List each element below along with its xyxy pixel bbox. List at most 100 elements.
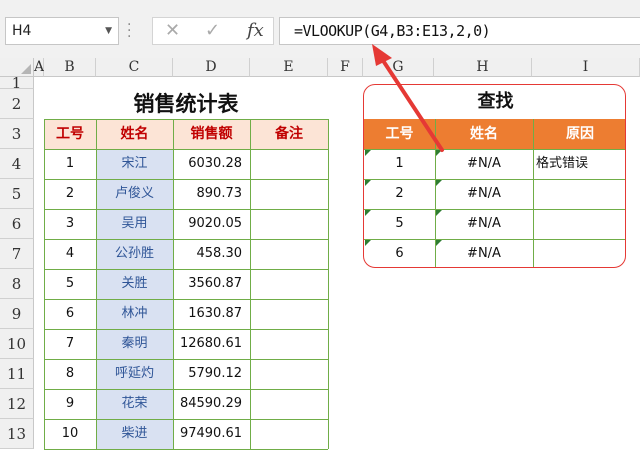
sales-cell-name[interactable]: 秦明 [96, 329, 173, 359]
grid-line [96, 119, 97, 449]
sales-cell-amount[interactable]: 890.73 [173, 179, 250, 209]
sales-cell-id[interactable]: 3 [44, 209, 96, 239]
lookup-cell-reason[interactable]: 格式错误 [533, 149, 625, 179]
lookup-cell-id[interactable]: 2 [364, 179, 435, 209]
grid-line [44, 119, 45, 449]
lookup-cell-reason[interactable] [533, 239, 625, 267]
grid-line [44, 329, 328, 330]
sales-cell-amount[interactable]: 1630.87 [173, 299, 250, 329]
sales-cell-id[interactable]: 10 [44, 419, 96, 449]
column-header-b[interactable]: B [44, 58, 96, 77]
sales-cell-note[interactable] [250, 419, 328, 449]
more-vertical-icon[interactable]: · · · [127, 18, 133, 44]
error-indicator-icon [436, 210, 442, 216]
row-header-13[interactable]: 13 [0, 419, 34, 449]
lookup-cell-id[interactable]: 5 [364, 209, 435, 239]
row-header-10[interactable]: 10 [0, 329, 34, 359]
column-header-e[interactable]: E [250, 58, 328, 77]
sales-header-cell: 姓名 [96, 119, 173, 149]
lookup-header-cell: 姓名 [435, 119, 533, 149]
column-header-d[interactable]: D [173, 58, 250, 77]
sales-cell-id[interactable]: 4 [44, 239, 96, 269]
column-header-a[interactable]: A [34, 58, 44, 77]
lookup-cell-result[interactable]: #N/A [435, 179, 533, 209]
sales-cell-note[interactable] [250, 359, 328, 389]
grid-line [44, 389, 328, 390]
lookup-cell-result[interactable]: #N/A [435, 149, 533, 179]
sales-cell-note[interactable] [250, 179, 328, 209]
sales-cell-note[interactable] [250, 389, 328, 419]
sales-cell-amount[interactable]: 12680.61 [173, 329, 250, 359]
function-icon[interactable]: fx [247, 20, 264, 41]
sales-cell-id[interactable]: 6 [44, 299, 96, 329]
sales-cell-name[interactable]: 柴进 [96, 419, 173, 449]
sales-cell-id[interactable]: 7 [44, 329, 96, 359]
row-header-2[interactable]: 2 [0, 89, 34, 119]
sales-cell-name[interactable]: 关胜 [96, 269, 173, 299]
sales-cell-id[interactable]: 5 [44, 269, 96, 299]
row-header-7[interactable]: 7 [0, 239, 34, 269]
row-header-3[interactable]: 3 [0, 119, 34, 149]
error-indicator-icon [365, 240, 371, 246]
grid-line [364, 209, 625, 210]
sales-cell-name[interactable]: 卢俊义 [96, 179, 173, 209]
row-header-5[interactable]: 5 [0, 179, 34, 209]
sales-cell-id[interactable]: 9 [44, 389, 96, 419]
column-header-i[interactable]: I [532, 58, 640, 77]
grid-line [44, 179, 328, 180]
error-indicator-icon [436, 150, 442, 156]
sales-cell-name[interactable]: 吴用 [96, 209, 173, 239]
lookup-header-cell: 工号 [364, 119, 435, 149]
sales-cell-name[interactable]: 公孙胜 [96, 239, 173, 269]
formula-input[interactable]: =VLOOKUP(G4,B3:E13,2,0) [279, 17, 640, 45]
row-header-4[interactable]: 4 [0, 149, 34, 179]
sales-cell-id[interactable]: 2 [44, 179, 96, 209]
column-header-c[interactable]: C [96, 58, 173, 77]
grid-line [44, 239, 328, 240]
sales-cell-note[interactable] [250, 149, 328, 179]
lookup-cell-result[interactable]: #N/A [435, 239, 533, 267]
sales-cell-amount[interactable]: 5790.12 [173, 359, 250, 389]
row-header-11[interactable]: 11 [0, 359, 34, 389]
column-header-h[interactable]: H [434, 58, 532, 77]
sales-cell-note[interactable] [250, 269, 328, 299]
sales-cell-name[interactable]: 花荣 [96, 389, 173, 419]
column-header-f[interactable]: F [328, 58, 363, 77]
row-header-8[interactable]: 8 [0, 269, 34, 299]
sales-cell-name[interactable]: 宋江 [96, 149, 173, 179]
chevron-down-icon[interactable]: ▼ [105, 18, 112, 44]
sales-cell-note[interactable] [250, 209, 328, 239]
sales-cell-amount[interactable]: 84590.29 [173, 389, 250, 419]
sales-cell-amount[interactable]: 9020.05 [173, 209, 250, 239]
sales-cell-amount[interactable]: 3560.87 [173, 269, 250, 299]
lookup-header-cell: 原因 [533, 119, 625, 149]
sales-cell-amount[interactable]: 6030.28 [173, 149, 250, 179]
lookup-cell-id[interactable]: 1 [364, 149, 435, 179]
lookup-cell-reason[interactable] [533, 209, 625, 239]
sales-cell-id[interactable]: 8 [44, 359, 96, 389]
sales-cell-note[interactable] [250, 239, 328, 269]
lookup-cell-result[interactable]: #N/A [435, 209, 533, 239]
lookup-cell-id[interactable]: 6 [364, 239, 435, 267]
name-box[interactable]: H4 ▼ [5, 17, 119, 45]
sales-cell-name[interactable]: 呼延灼 [96, 359, 173, 389]
row-header-1[interactable]: 1 [0, 76, 34, 91]
row-header-9[interactable]: 9 [0, 299, 34, 329]
formula-bar: H4 ▼ · · · ✕ ✓ fx =VLOOKUP(G4,B3:E13,2,0) [0, 0, 640, 58]
row-header-12[interactable]: 12 [0, 389, 34, 419]
sales-cell-name[interactable]: 林冲 [96, 299, 173, 329]
grid-line [435, 119, 436, 267]
sales-cell-amount[interactable]: 458.30 [173, 239, 250, 269]
error-indicator-icon [436, 180, 442, 186]
grid-line [250, 119, 251, 449]
row-header-6[interactable]: 6 [0, 209, 34, 239]
sales-cell-note[interactable] [250, 299, 328, 329]
sales-cell-note[interactable] [250, 329, 328, 359]
check-icon[interactable]: ✓ [205, 21, 220, 41]
lookup-cell-reason[interactable] [533, 179, 625, 209]
sales-cell-amount[interactable]: 97490.61 [173, 419, 250, 449]
error-indicator-icon [365, 150, 371, 156]
sales-cell-id[interactable]: 1 [44, 149, 96, 179]
close-icon[interactable]: ✕ [165, 21, 180, 41]
column-header-g[interactable]: G [363, 58, 434, 77]
